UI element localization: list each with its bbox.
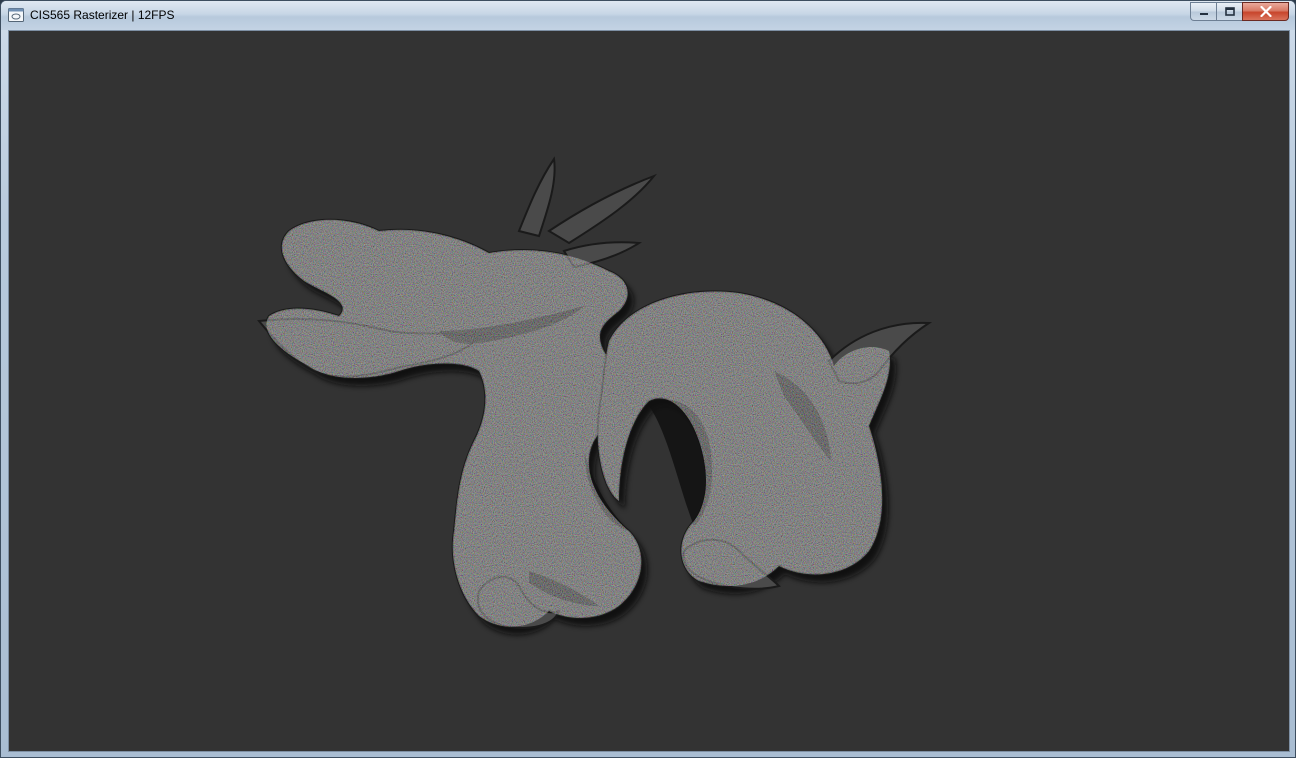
minimize-icon [1199,12,1208,15]
window-title: CIS565 Rasterizer | 12FPS [30,8,175,22]
dragon-model [257,156,933,635]
render-viewport[interactable] [9,31,1289,751]
maximize-icon [1224,6,1235,16]
close-button[interactable] [1242,2,1289,21]
maximize-button[interactable] [1216,2,1242,21]
title-bar[interactable]: CIS565 Rasterizer | 12FPS [1,1,1295,30]
app-window-icon[interactable] [8,8,24,22]
dragon-render [257,156,933,635]
window-controls [1190,2,1289,21]
minimize-button[interactable] [1190,2,1216,21]
close-icon [1259,6,1272,17]
app-window: CIS565 Rasterizer | 12FPS [0,0,1296,758]
